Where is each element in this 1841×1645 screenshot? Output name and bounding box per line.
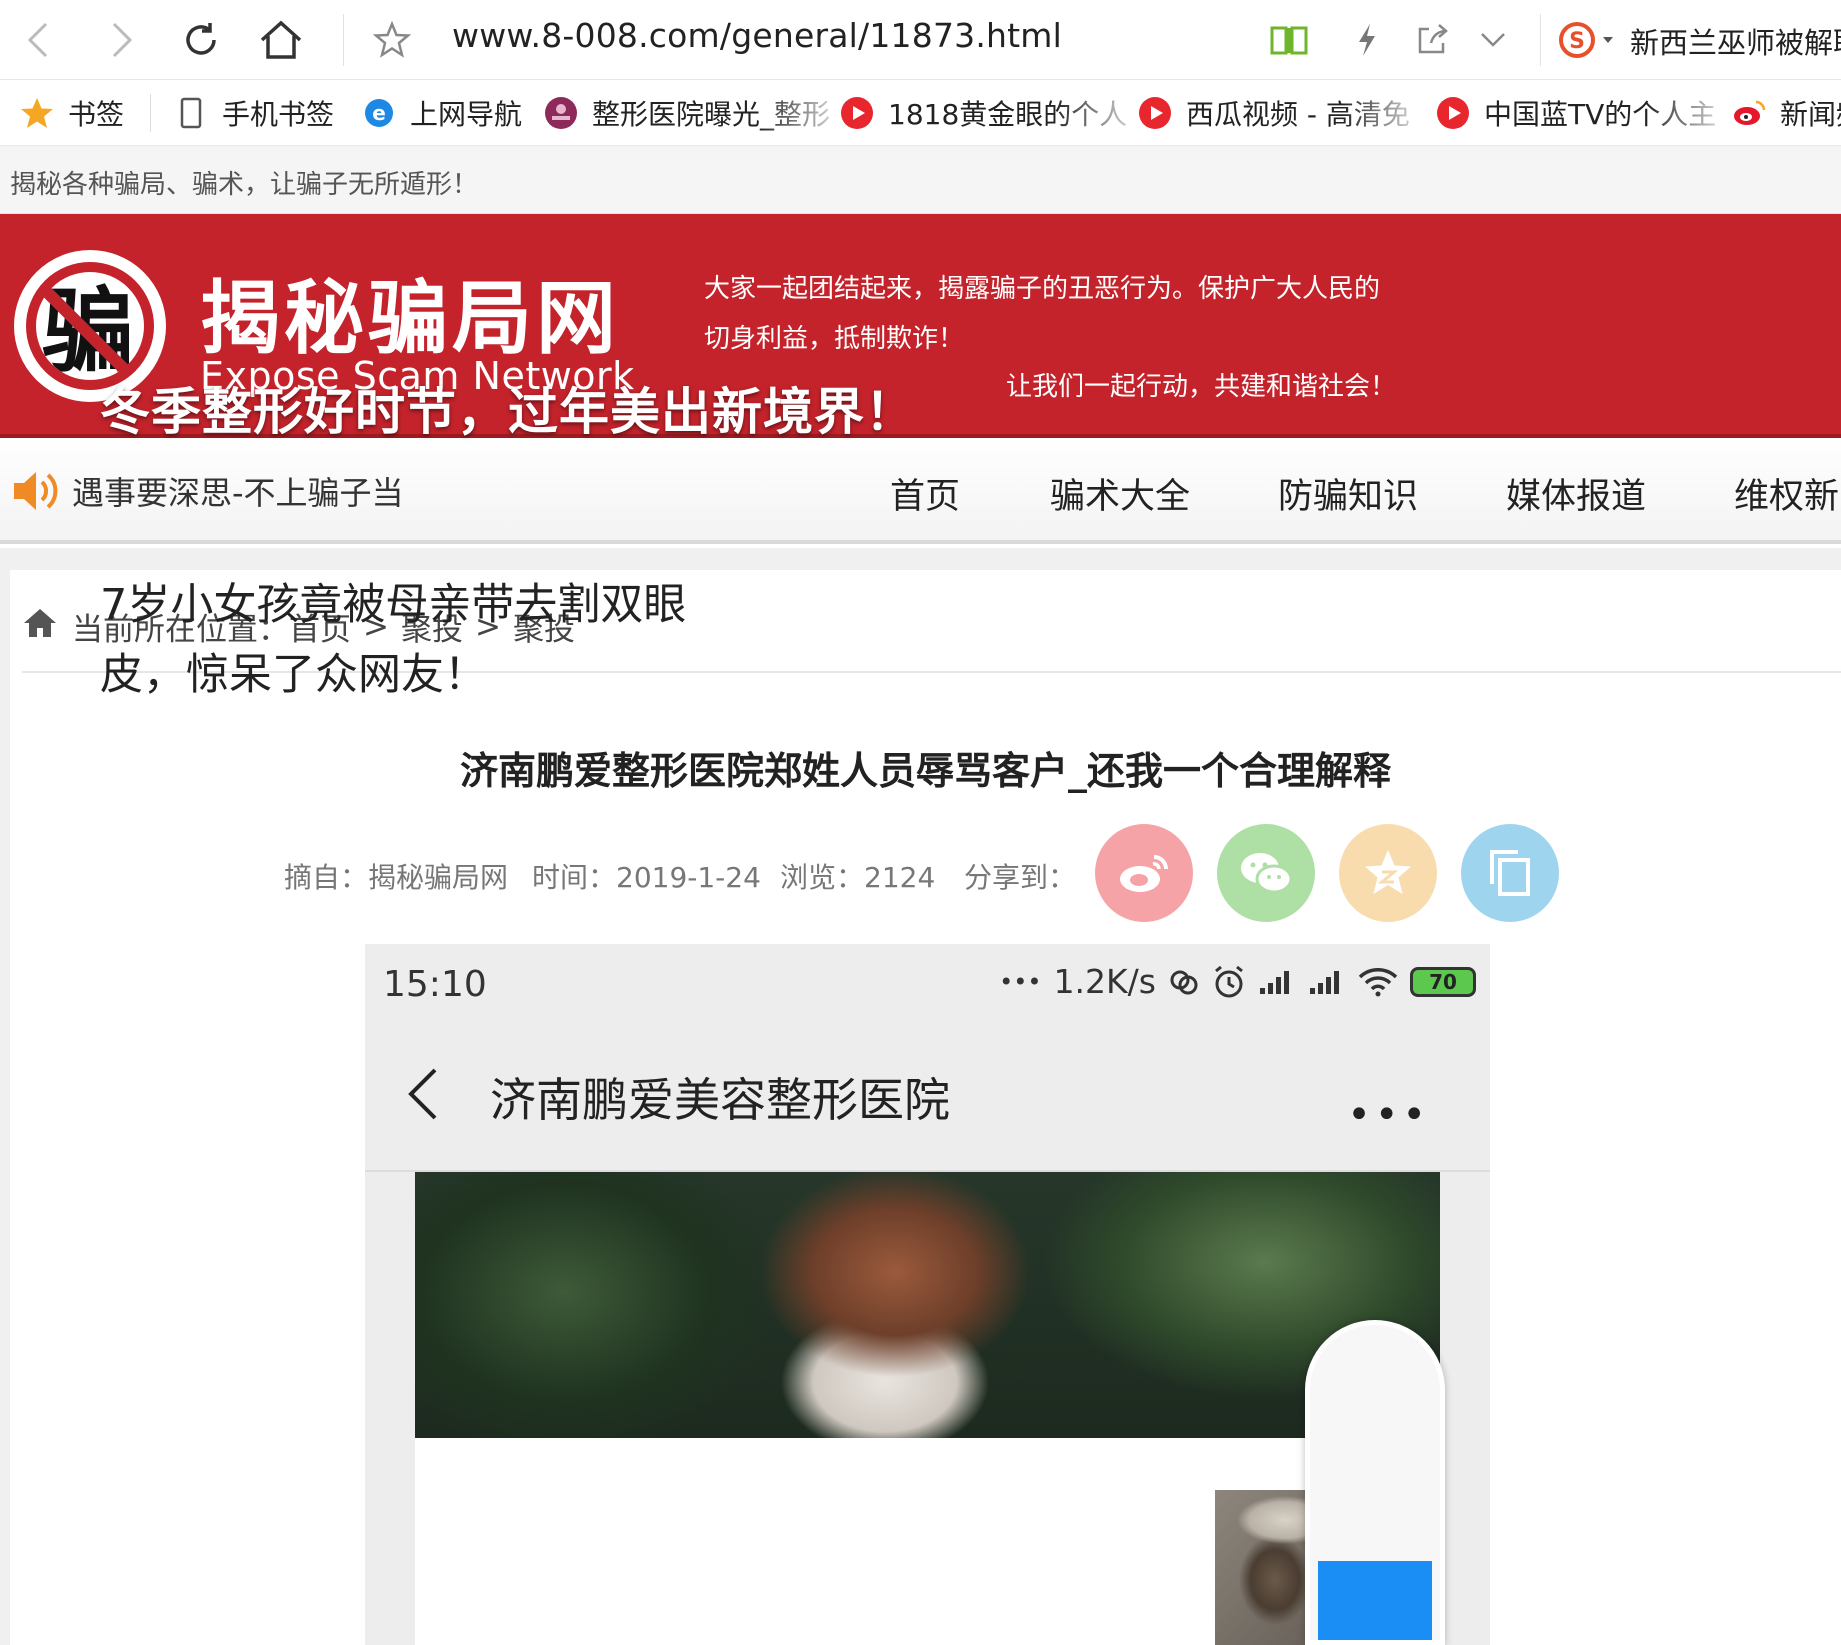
article-views: 浏览：2124 — [780, 861, 936, 894]
back-icon[interactable] — [18, 12, 58, 68]
weibo-icon — [1732, 96, 1766, 130]
bookmark-item[interactable]: e 上网导航 — [362, 92, 522, 134]
bookmark-star-icon[interactable] — [370, 12, 414, 68]
alarm-icon — [1215, 965, 1243, 997]
home-icon[interactable] — [256, 12, 306, 68]
svg-text:S: S — [1569, 29, 1585, 54]
wifi-icon — [1358, 967, 1398, 996]
svg-text:e: e — [372, 101, 386, 125]
nav-prevention[interactable]: 防骗知识 — [1278, 468, 1418, 519]
bookmark-item[interactable]: 新闻频 — [1732, 92, 1841, 134]
home-icon — [22, 607, 58, 647]
phone-icon — [174, 96, 208, 130]
phone-page-title: 济南鹏爱美容整形医院 — [490, 1073, 950, 1127]
play-icon — [840, 96, 874, 130]
copy-icon — [1490, 850, 1530, 896]
nav-rights[interactable]: 维权新闻 — [1734, 468, 1841, 519]
nav-media[interactable]: 媒体报道 — [1506, 468, 1646, 519]
link-icon — [1170, 970, 1198, 994]
play-icon — [1138, 96, 1172, 130]
bookmark-item[interactable]: 西瓜视频 - 高清免 — [1138, 92, 1410, 134]
phone-banner-image — [415, 1172, 1440, 1438]
scroll-indicator[interactable] — [1305, 1320, 1445, 1645]
wechat-icon — [1241, 853, 1293, 894]
bookmark-item[interactable]: 1818黄金眼的个人 — [840, 92, 1127, 134]
share-weibo-button[interactable] — [1095, 824, 1193, 922]
bookmark-item[interactable]: 整形医院曝光_整形 — [544, 92, 830, 134]
site-top-strip: 揭秘各种骗局、骗术，让骗子无所遁形！ — [0, 146, 1841, 214]
battery-icon: 70 — [1410, 966, 1476, 997]
chevron-down-icon[interactable] — [1476, 12, 1510, 68]
reload-icon[interactable] — [178, 12, 224, 68]
phone-back-icon — [405, 1066, 439, 1126]
lightning-icon[interactable] — [1352, 12, 1382, 68]
share-page-icon[interactable] — [1412, 12, 1452, 68]
slogan-line-3: 让我们一起行动，共建和谐社会！ — [1006, 372, 1397, 402]
nav-tip: 遇事要深思-不上骗子当 — [72, 474, 404, 512]
reading-mode-icon[interactable] — [1266, 12, 1312, 68]
article-title: 济南鹏爱整形医院郑姓人员辱骂客户_还我一个合理解释 — [459, 749, 1391, 793]
bookmark-item[interactable]: 中国蓝TV的个人主 — [1436, 92, 1716, 134]
phone-status-bar: ••• 1.2K/s 70 — [987, 962, 1476, 1001]
scroll-indicator-fill — [1318, 1561, 1432, 1640]
toolbar-divider — [343, 14, 344, 66]
share-wechat-button[interactable] — [1217, 824, 1315, 922]
phone-more-icon: ••• — [1347, 1092, 1430, 1138]
share-qzone-button[interactable] — [1339, 824, 1437, 922]
hospital-logo-icon — [544, 96, 578, 130]
signal-icon — [1310, 970, 1339, 994]
phone-banner-text: 冬季整形好时节，过年美出新境界！ — [100, 383, 916, 441]
bookmarks-divider — [150, 94, 151, 132]
bookmarks-bar: 书签 手机书签 e 上网导航 整形医院曝光_整形 1818黄金眼的个人 西瓜视频… — [0, 80, 1841, 146]
nav-scams[interactable]: 骗术大全 — [1050, 468, 1190, 519]
browser-toolbar: www.8-008.com/general/11873.html S 新西兰巫师… — [0, 0, 1841, 80]
phone-net-speed: 1.2K/s — [1053, 962, 1156, 1001]
phone-status-time: 15:10 — [383, 964, 487, 1005]
site-title: 揭秘骗局网 — [200, 272, 620, 365]
ie-icon: e — [362, 96, 396, 130]
qzone-star-icon — [1365, 850, 1411, 894]
play-icon — [1436, 96, 1470, 130]
star-icon — [20, 96, 54, 130]
phone-card-title: 7岁小女孩竟被母亲带去割双眼皮，惊呆了众网友！ — [100, 580, 687, 700]
article-source: 摘自：揭秘骗局网 — [284, 861, 509, 894]
toolbar-divider — [1540, 14, 1541, 66]
forward-icon[interactable] — [102, 12, 142, 68]
search-hint[interactable]: 新西兰巫师被解职 — [1630, 20, 1841, 62]
bookmark-item[interactable]: 书签 — [20, 92, 124, 134]
phone-status-dots: ••• — [999, 967, 1042, 996]
signal-icon — [1260, 970, 1289, 994]
url-bar[interactable]: www.8-008.com/general/11873.html — [452, 16, 1062, 55]
share-label: 分享到： — [964, 861, 1077, 894]
bookmark-item[interactable]: 手机书签 — [174, 92, 334, 134]
search-engine-icon[interactable]: S — [1556, 12, 1620, 68]
nav-home[interactable]: 首页 — [890, 468, 960, 519]
article-time: 时间：2019-1-24 — [532, 861, 761, 894]
share-copy-button[interactable] — [1461, 824, 1559, 922]
site-motto: 揭秘各种骗局、骗术，让骗子无所遁形！ — [10, 170, 479, 200]
weibo-icon — [1120, 855, 1168, 892]
slogan-line-1: 大家一起团结起来，揭露骗子的丑恶行为。保护广大人民的 — [704, 274, 1381, 304]
slogan-line-2: 切身利益，抵制欺诈！ — [704, 324, 965, 354]
speaker-icon — [10, 466, 64, 520]
main-nav: 遇事要深思-不上骗子当 首页 骗术大全 防骗知识 媒体报道 维权新闻 — [0, 438, 1841, 544]
